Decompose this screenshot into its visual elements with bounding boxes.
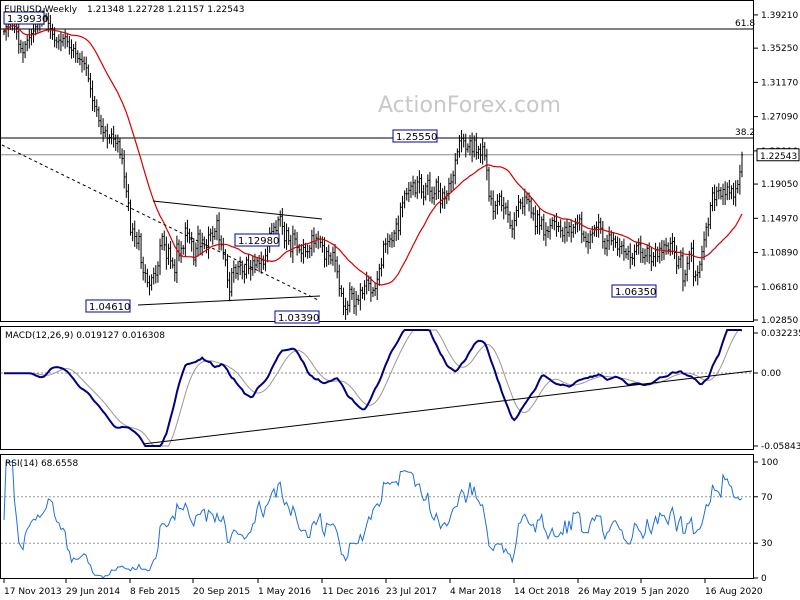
macd-tick-label: 0.032235 xyxy=(761,329,800,339)
time-tick-label: 17 Nov 2013 xyxy=(4,587,62,597)
rsi-tick-label: 0 xyxy=(761,574,767,584)
rsi-tick-label: 70 xyxy=(761,493,773,503)
time-axis: 17 Nov 2013 29 Jun 2014 8 Feb 2015 20 Sep 2… xyxy=(3,579,763,597)
price-label-text: 1.39930 xyxy=(7,14,48,25)
macd-panel xyxy=(0,326,754,450)
watermark: ActionForex.com xyxy=(378,93,561,118)
price-tick-label: 1.06810 xyxy=(761,283,798,293)
time-tick-label: 23 Jul 2017 xyxy=(386,587,437,597)
time-tick-label: 11 Dec 2016 xyxy=(322,587,380,597)
price-tick-label: 1.27090 xyxy=(761,113,798,123)
price-tick-label: 1.10890 xyxy=(761,249,798,259)
rsi-tick-label: 30 xyxy=(761,539,773,549)
time-tick-label: 8 Feb 2015 xyxy=(130,587,180,597)
price-label-text: 1.06350 xyxy=(615,287,656,298)
price-tick-label: 1.19050 xyxy=(761,180,798,190)
price-axis: 1.392101.352501.311701.270901.230101.190… xyxy=(754,11,800,326)
fib-61-8-label: 61.8 xyxy=(735,19,755,29)
ohlc-values: 1.21348 1.22728 1.21157 1.22543 xyxy=(87,5,244,15)
time-tick-label: 16 Aug 2020 xyxy=(705,587,763,597)
rsi-tick-label: 100 xyxy=(761,458,778,468)
price-tick-label: 1.35250 xyxy=(761,44,798,54)
price-tick-label: 1.02850 xyxy=(761,316,798,326)
fib-38-2-label: 38.2 xyxy=(735,128,755,138)
price-label-text: 1.03390 xyxy=(278,313,319,324)
time-tick-label: 26 May 2019 xyxy=(578,587,637,597)
time-tick-label: 4 Mar 2018 xyxy=(450,587,502,597)
price-tick-label: 1.39210 xyxy=(761,11,798,21)
time-tick-label: 5 Jan 2020 xyxy=(641,587,689,597)
symbol-label: EURUSD,Weekly xyxy=(4,5,78,15)
price-label-text: 1.04610 xyxy=(89,302,130,313)
macd-tick-label: -0.058434 xyxy=(761,442,800,452)
rsi-panel xyxy=(0,454,754,579)
price-tick-label: 1.14970 xyxy=(761,214,798,224)
price-label-text: 1.12980 xyxy=(238,236,279,247)
macd-tick-label: 0.00 xyxy=(761,369,781,379)
time-tick-label: 20 Sep 2015 xyxy=(193,587,250,597)
rsi-title: RSI(14) 68.6558 xyxy=(5,459,78,469)
time-tick-label: 29 Jun 2014 xyxy=(66,587,120,597)
eurusd-weekly-chart: ActionForex.com 61.8 38.2 1.39930 1.04610 1… xyxy=(0,0,800,597)
macd-title: MACD(12,26,9) 0.019127 0.016308 xyxy=(5,331,165,341)
time-tick-label: 14 Oct 2018 xyxy=(514,587,570,597)
price-tick-label: 1.31170 xyxy=(761,78,798,88)
price-label-text: 1.25550 xyxy=(396,132,437,143)
current-price-label: 1.22543 xyxy=(760,152,797,162)
time-tick-label: 1 May 2016 xyxy=(258,587,311,597)
